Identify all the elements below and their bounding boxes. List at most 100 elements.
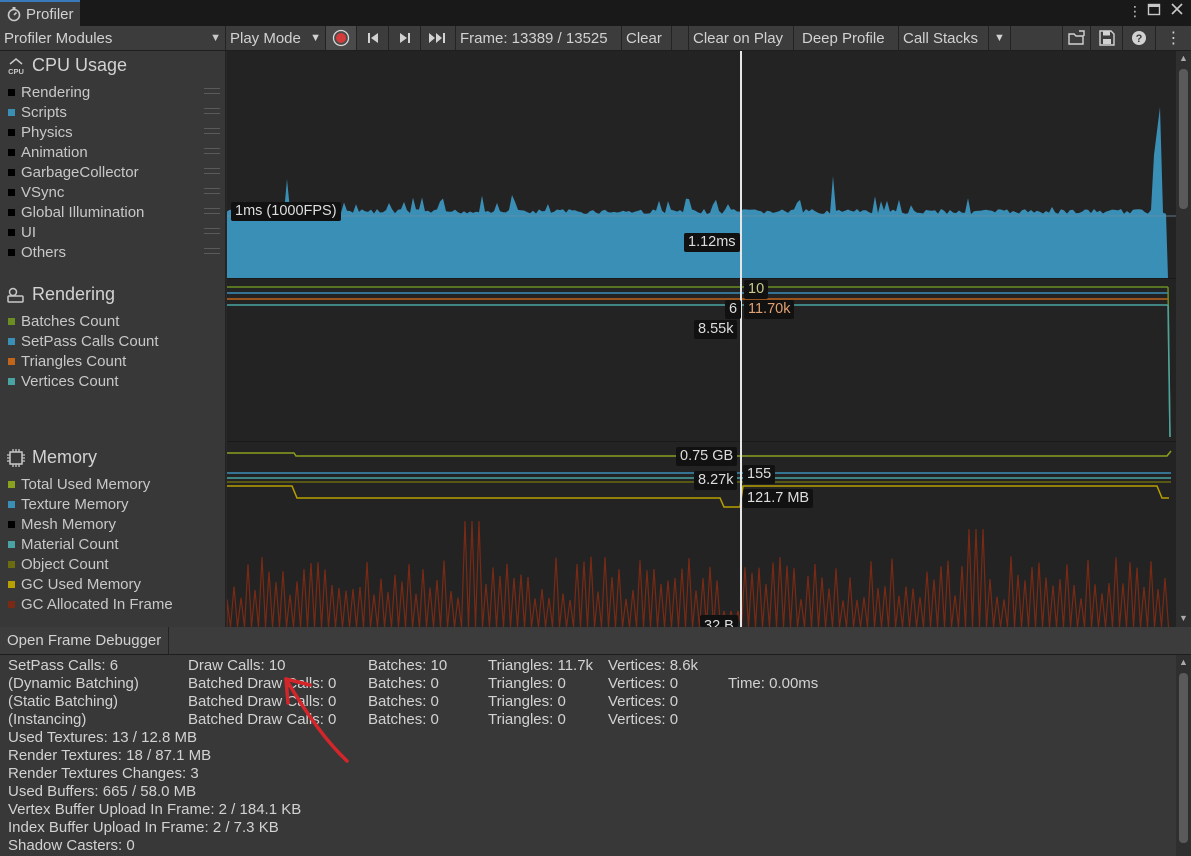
help-button[interactable]: ?	[1123, 26, 1156, 50]
play-mode-dropdown[interactable]: Play Mode ▼	[226, 26, 326, 50]
legend-item-gc-used-memory[interactable]: GC Used Memory	[8, 574, 220, 594]
drag-handle-icon[interactable]	[204, 208, 220, 214]
save-icon	[1098, 30, 1115, 46]
legend-label: Vertices Count	[21, 372, 119, 390]
series-color-swatch	[8, 580, 15, 588]
legend-item-rendering[interactable]: Rendering	[8, 82, 220, 102]
kebab-icon[interactable]: ⋮	[1128, 3, 1142, 20]
maximize-icon[interactable]	[1147, 2, 1161, 19]
legend-item-vertices-count[interactable]: Vertices Count	[8, 371, 220, 391]
series-color-swatch	[8, 208, 15, 216]
legend-item-vsync[interactable]: VSync	[8, 182, 220, 202]
legend-label: Global Illumination	[21, 203, 145, 221]
svg-text:?: ?	[1136, 33, 1143, 45]
stat-render-textures: Render Textures: 18 / 87.1 MB	[8, 747, 212, 764]
profiler-charts-area[interactable]: 1ms (1000FPS) 1.12ms 10 6 11.70k 8.55k 0…	[227, 51, 1176, 627]
series-color-swatch	[8, 188, 15, 196]
module-title-rendering: Rendering	[32, 284, 116, 304]
legend-item-scripts[interactable]: Scripts	[8, 102, 220, 122]
legend-label: Batches Count	[21, 312, 120, 330]
load-button[interactable]	[1062, 26, 1091, 50]
stats-scroll-thumb[interactable]	[1179, 673, 1188, 843]
open-frame-debugger-button[interactable]: Open Frame Debugger	[0, 627, 170, 654]
legend-label: Texture Memory	[21, 495, 129, 513]
legend-item-others[interactable]: Others	[8, 242, 220, 262]
call-stacks-toggle[interactable]: Call Stacks	[899, 26, 989, 50]
first-frame-button[interactable]	[357, 26, 389, 50]
legend-label: Others	[21, 243, 67, 261]
legend-item-mesh-memory[interactable]: Mesh Memory	[8, 514, 220, 534]
charts-scroll-thumb[interactable]	[1179, 69, 1188, 209]
cpu-selected-value: 1.12ms	[684, 233, 740, 252]
close-icon[interactable]	[1170, 2, 1184, 19]
stat-dynamic-vertices: Vertices: 0	[608, 675, 679, 692]
legend-item-garbage-collector[interactable]: GarbageCollector	[8, 162, 220, 182]
module-charts[interactable]	[227, 51, 1176, 627]
legend-item-total-used-memory[interactable]: Total Used Memory	[8, 474, 220, 494]
scroll-up-icon[interactable]: ▲	[1179, 657, 1188, 667]
cpu-usage-module[interactable]: CPU CPU Usage Rendering Scripts Physics …	[0, 51, 226, 278]
series-color-swatch	[8, 248, 15, 256]
legend-label: UI	[21, 223, 36, 241]
drag-handle-icon[interactable]	[204, 108, 220, 114]
drag-handle-icon[interactable]	[204, 168, 220, 174]
legend-item-material-count[interactable]: Material Count	[8, 534, 220, 554]
legend-label: Total Used Memory	[21, 475, 151, 493]
legend-item-global-illumination[interactable]: Global Illumination	[8, 202, 220, 222]
profiler-toolbar: Profiler Modules ▼ Play Mode ▼ Frame: 13…	[0, 26, 1191, 51]
triangles-value: 11.70k	[744, 300, 795, 319]
charts-scrollbar[interactable]: ▲ ▼	[1176, 51, 1191, 627]
legend-label: Triangles Count	[21, 352, 127, 370]
drag-handle-icon[interactable]	[204, 88, 220, 94]
scroll-up-icon[interactable]: ▲	[1179, 53, 1188, 63]
current-frame-button[interactable]	[421, 26, 456, 50]
legend-item-animation[interactable]: Animation	[8, 142, 220, 162]
scroll-down-icon[interactable]: ▼	[1179, 613, 1188, 623]
help-icon: ?	[1132, 31, 1146, 45]
clear-on-play-toggle[interactable]: Clear on Play	[688, 26, 794, 50]
drag-handle-icon[interactable]	[204, 148, 220, 154]
stat-instancing-triangles: Triangles: 0	[488, 711, 566, 728]
legend-item-gc-allocated-in-frame[interactable]: GC Allocated In Frame	[8, 594, 220, 614]
legend-label: Animation	[21, 143, 88, 161]
drag-handle-icon[interactable]	[204, 228, 220, 234]
stat-time: Time: 0.00ms	[728, 675, 819, 692]
rendering-module[interactable]: Rendering Batches Count SetPass Calls Co…	[0, 279, 226, 441]
legend-label: SetPass Calls Count	[21, 332, 159, 350]
details-toolbar: Open Frame Debugger	[0, 627, 1191, 655]
legend-label: Material Count	[21, 535, 119, 553]
fps-line-label: 1ms (1000FPS)	[231, 202, 341, 221]
gc-allocated-value: 32 B	[700, 615, 738, 627]
clear-button[interactable]: Clear	[622, 26, 672, 50]
legend-label: Object Count	[21, 555, 109, 573]
cpu-icon: CPU	[8, 57, 24, 76]
legend-item-texture-memory[interactable]: Texture Memory	[8, 494, 220, 514]
series-color-swatch	[8, 377, 15, 385]
more-options-button[interactable]: ⋮	[1156, 26, 1191, 50]
next-frame-button[interactable]	[389, 26, 421, 50]
legend-item-setpass-calls-count[interactable]: SetPass Calls Count	[8, 331, 220, 351]
save-button[interactable]	[1091, 26, 1123, 50]
record-icon	[332, 29, 350, 47]
drag-handle-icon[interactable]	[204, 128, 220, 134]
legend-item-batches-count[interactable]: Batches Count	[8, 311, 220, 331]
series-color-swatch	[8, 128, 15, 136]
deep-profile-toggle[interactable]: Deep Profile	[798, 26, 899, 50]
drag-handle-icon[interactable]	[204, 188, 220, 194]
memory-chip-icon	[7, 448, 25, 467]
gc-allocated-area	[227, 520, 1170, 627]
profiler-modules-dropdown[interactable]: Profiler Modules ▼	[0, 26, 226, 50]
legend-item-physics[interactable]: Physics	[8, 122, 220, 142]
legend-item-object-count[interactable]: Object Count	[8, 554, 220, 574]
profiler-modules-label: Profiler Modules	[4, 29, 113, 47]
stats-scrollbar[interactable]: ▲	[1176, 655, 1191, 856]
tab-profiler[interactable]: Profiler	[0, 0, 80, 26]
record-button[interactable]	[326, 26, 357, 50]
memory-module[interactable]: Memory Total Used Memory Texture Memory …	[0, 442, 226, 627]
legend-item-ui[interactable]: UI	[8, 222, 220, 242]
drag-handle-icon[interactable]	[204, 248, 220, 254]
series-color-swatch	[8, 317, 15, 325]
call-stacks-dropdown[interactable]: ▼	[989, 26, 1011, 50]
legend-item-triangles-count[interactable]: Triangles Count	[8, 351, 220, 371]
stat-static-vertices: Vertices: 0	[608, 693, 679, 710]
